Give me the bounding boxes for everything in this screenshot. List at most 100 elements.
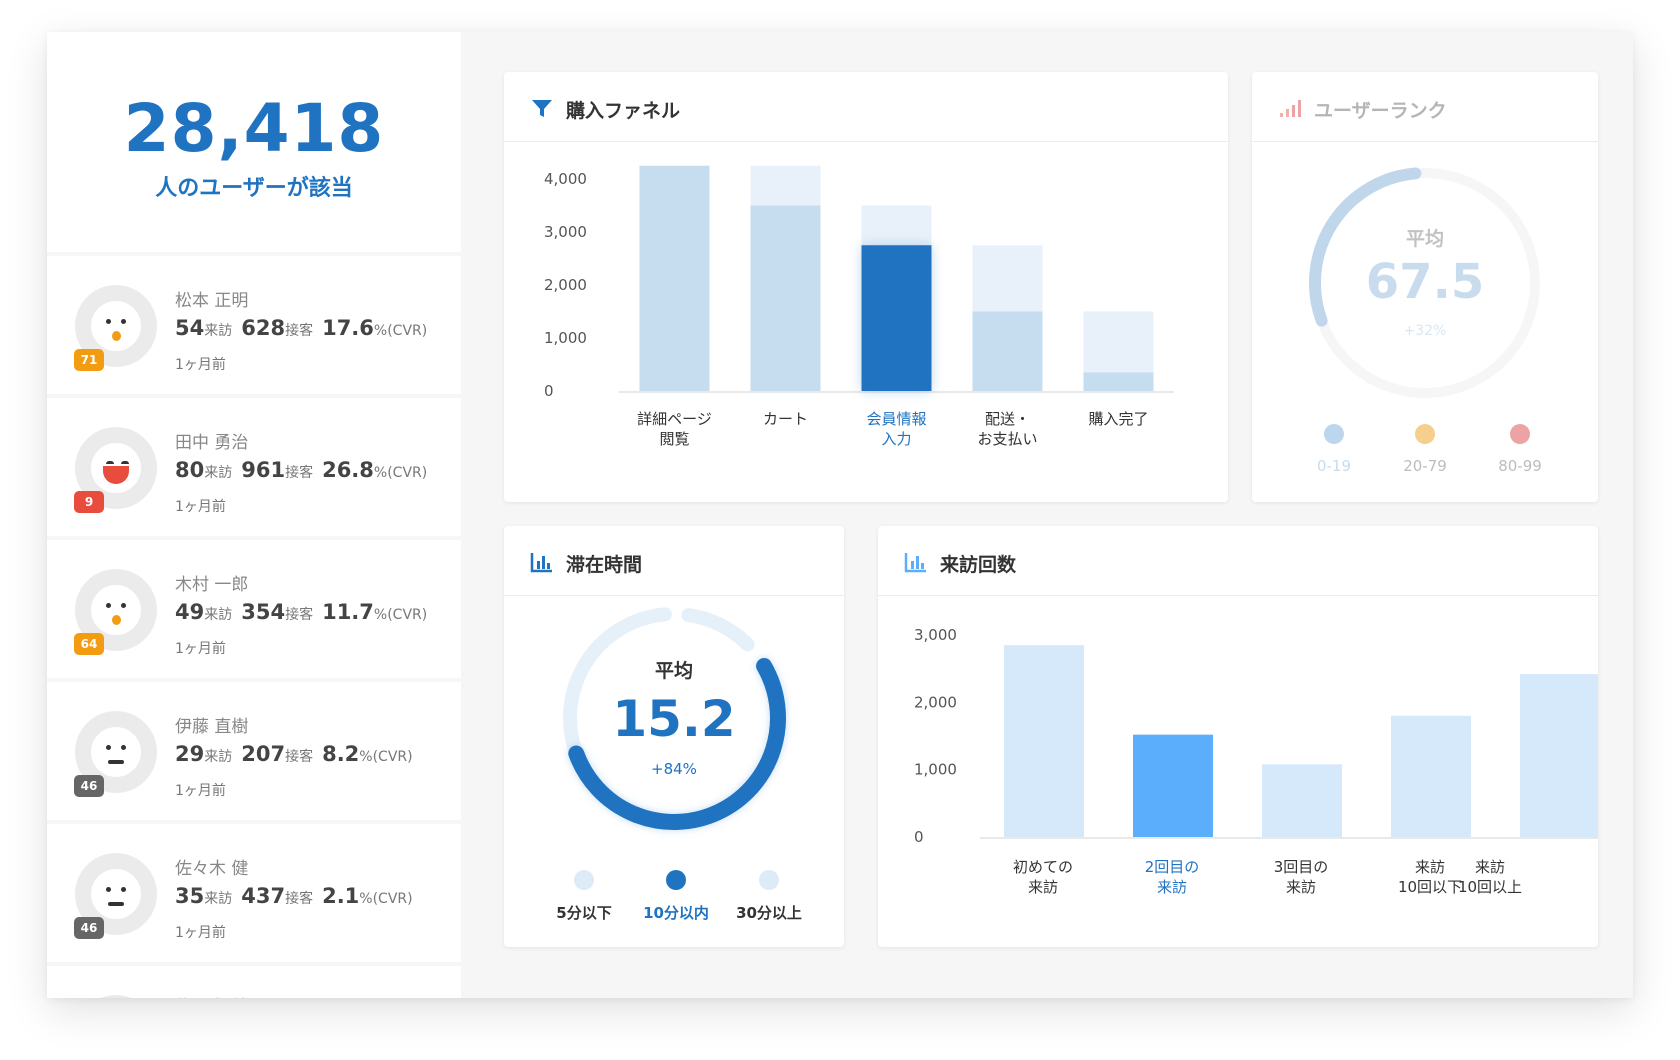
stay-change: +84% — [651, 760, 697, 778]
visits-count: 29 — [175, 742, 205, 766]
service-unit: 接客 — [285, 749, 314, 765]
funnel-bar[interactable] — [972, 311, 1043, 392]
user-card[interactable]: 46 佐々木 健 35来訪 437接客 2.1%(CVR) 1ヶ月前 — [47, 824, 461, 962]
stay-time-panel: 滞在時間 平均 15.2 +84% 5分以下 10分以内 30分以上 — [504, 526, 844, 947]
last-visit-time: 1ヶ月前 — [175, 499, 226, 515]
cvr-value: 2.1 — [322, 884, 360, 908]
eye — [121, 319, 126, 324]
face-icon — [91, 727, 141, 777]
visit-count-panel: 来訪回数 3,000 2,000 1,000 0 初めての来訪 2回目の来訪 3回目の来訪来… — [878, 526, 1598, 947]
user-stats: 49来訪 354接客 11.7%(CVR) — [175, 600, 427, 624]
funnel-bar[interactable] — [750, 205, 821, 392]
visits-unit: 来訪 — [204, 323, 233, 339]
user-card[interactable]: 佐々木 健 — [47, 966, 461, 998]
visit-category-label: 3回目の来訪 — [1274, 858, 1329, 896]
funnel-category-label-line: 購入完了 — [1088, 410, 1148, 428]
visit-category-label-line: 来訪 — [1286, 878, 1316, 896]
visits-count: 80 — [175, 458, 205, 482]
funnel-category-label-line: お支払い — [977, 430, 1037, 448]
service-count: 207 — [241, 742, 286, 766]
stay-legend-dot — [574, 870, 594, 890]
visit-bar[interactable] — [1133, 734, 1213, 837]
visit-category-label: 初めての来訪 — [1013, 858, 1073, 896]
panel-header: 来訪回数 — [878, 526, 1598, 596]
face-icon — [91, 301, 141, 351]
user-card[interactable]: 9 田中 勇治 80来訪 961接客 26.8%(CVR) 1ヶ月前 — [47, 398, 461, 536]
service-unit: 接客 — [285, 891, 314, 907]
stay-avg-value: 15.2 — [612, 690, 735, 748]
rank-legend-label: 0-19 — [1316, 457, 1352, 475]
user-list: 71 松本 正明 54来訪 628接客 17.6%(CVR) 1ヶ月前 9 田中 勇治 80来訪… — [47, 256, 461, 998]
visit-bar[interactable] — [1520, 674, 1598, 837]
rank-gauge: 平均 67.5 +32% — [1309, 167, 1540, 398]
visits-count: 35 — [175, 884, 205, 908]
last-visit-time: 1ヶ月前 — [175, 783, 226, 799]
service-count: 961 — [241, 458, 286, 482]
rank-legend-dot — [1324, 424, 1344, 444]
funnel-category-label-line: カート — [763, 410, 808, 428]
funnel-icon — [532, 100, 552, 117]
visit-category-label-line: 2回目の — [1145, 858, 1200, 876]
rank-badge: 46 — [74, 917, 104, 939]
user-name: 佐々木 健 — [175, 859, 249, 879]
rank-legend-label: 20-79 — [1403, 457, 1447, 475]
last-visit-time: 1ヶ月前 — [175, 641, 226, 657]
eye — [121, 603, 126, 608]
user-card[interactable]: 71 松本 正明 54来訪 628接客 17.6%(CVR) 1ヶ月前 — [47, 256, 461, 394]
stay-gauge-segment-top — [681, 608, 755, 652]
rank-legend-dot — [1415, 424, 1435, 444]
stay-time-gauge: 平均 15.2 +84% — [563, 607, 786, 830]
visit-category-label: 2回目の来訪 — [1145, 858, 1200, 896]
funnel-category-label: カート — [763, 410, 808, 428]
user-sidebar: 28,418 人のユーザーが該当 71 松本 正明 54来訪 628接客 17.6%(C… — [47, 32, 461, 998]
panel-header: ユーザーランク — [1252, 72, 1598, 142]
rank-badge: 64 — [74, 633, 104, 655]
visits-count: 54 — [175, 316, 205, 340]
last-visit-time: 1ヶ月前 — [175, 357, 226, 373]
user-card[interactable]: 64 木村 一郎 49来訪 354接客 11.7%(CVR) 1ヶ月前 — [47, 540, 461, 678]
funnel-bar[interactable] — [861, 245, 932, 391]
visit-category-label: 来訪 10回以下 — [1398, 858, 1462, 896]
avatar — [75, 995, 157, 998]
stay-legend-dot — [759, 870, 779, 890]
rank-legend-dot — [1510, 424, 1530, 444]
visit-category-label-line: 10回以上 — [1458, 878, 1522, 896]
funnel-bar[interactable] — [1083, 372, 1154, 391]
face-icon — [91, 869, 141, 919]
visits-unit: 来訪 — [204, 465, 233, 481]
cvr-unit: %(CVR) — [373, 323, 428, 339]
user-stats: 29来訪 207接客 8.2%(CVR) — [175, 742, 413, 766]
user-name: 伊藤 直樹 — [175, 717, 249, 737]
service-unit: 接客 — [285, 465, 314, 481]
rank-avg-label: 平均 — [1406, 227, 1444, 250]
y-tick-label: 1,000 — [544, 329, 587, 347]
funnel-category-label-line: 配送・ — [985, 410, 1030, 428]
mouth — [108, 902, 124, 906]
user-count-summary: 28,418 人のユーザーが該当 — [47, 32, 461, 252]
funnel-category-label-line: 詳細ページ — [637, 410, 712, 428]
rank-badge: 71 — [74, 349, 104, 371]
user-name: 松本 正明 — [175, 291, 249, 311]
cvr-value: 17.6 — [322, 316, 374, 340]
user-card[interactable]: 46 伊藤 直樹 29来訪 207接客 8.2%(CVR) 1ヶ月前 — [47, 682, 461, 820]
rank-badge: 46 — [74, 775, 104, 797]
panel-title: 滞在時間 — [566, 554, 643, 576]
visit-category-label-line: 初めての — [1013, 858, 1073, 876]
visit-category-label-line: 来訪 — [1415, 858, 1445, 876]
cvr-unit: %(CVR) — [359, 749, 413, 765]
visit-bar[interactable] — [1391, 715, 1471, 837]
y-tick-label: 0 — [914, 828, 924, 846]
visit-bar[interactable] — [1262, 764, 1342, 837]
stay-avg-label: 平均 — [655, 659, 693, 682]
face-icon — [91, 585, 141, 635]
user-count: 28,418 — [123, 90, 385, 167]
funnel-bar[interactable] — [639, 165, 710, 391]
cvr-unit: %(CVR) — [373, 607, 428, 623]
y-tick-label: 3,000 — [914, 626, 957, 644]
bar-chart-icon — [904, 553, 926, 573]
purchase-funnel-panel: 購入ファネル 4,000 3,000 2,000 1,000 0 詳細ページ閲覧 カート 会員… — [504, 72, 1228, 502]
panel-title: 来訪回数 — [940, 554, 1017, 576]
mouth — [112, 331, 121, 341]
visits-count: 49 — [175, 600, 205, 624]
visit-bar[interactable] — [1004, 645, 1084, 837]
